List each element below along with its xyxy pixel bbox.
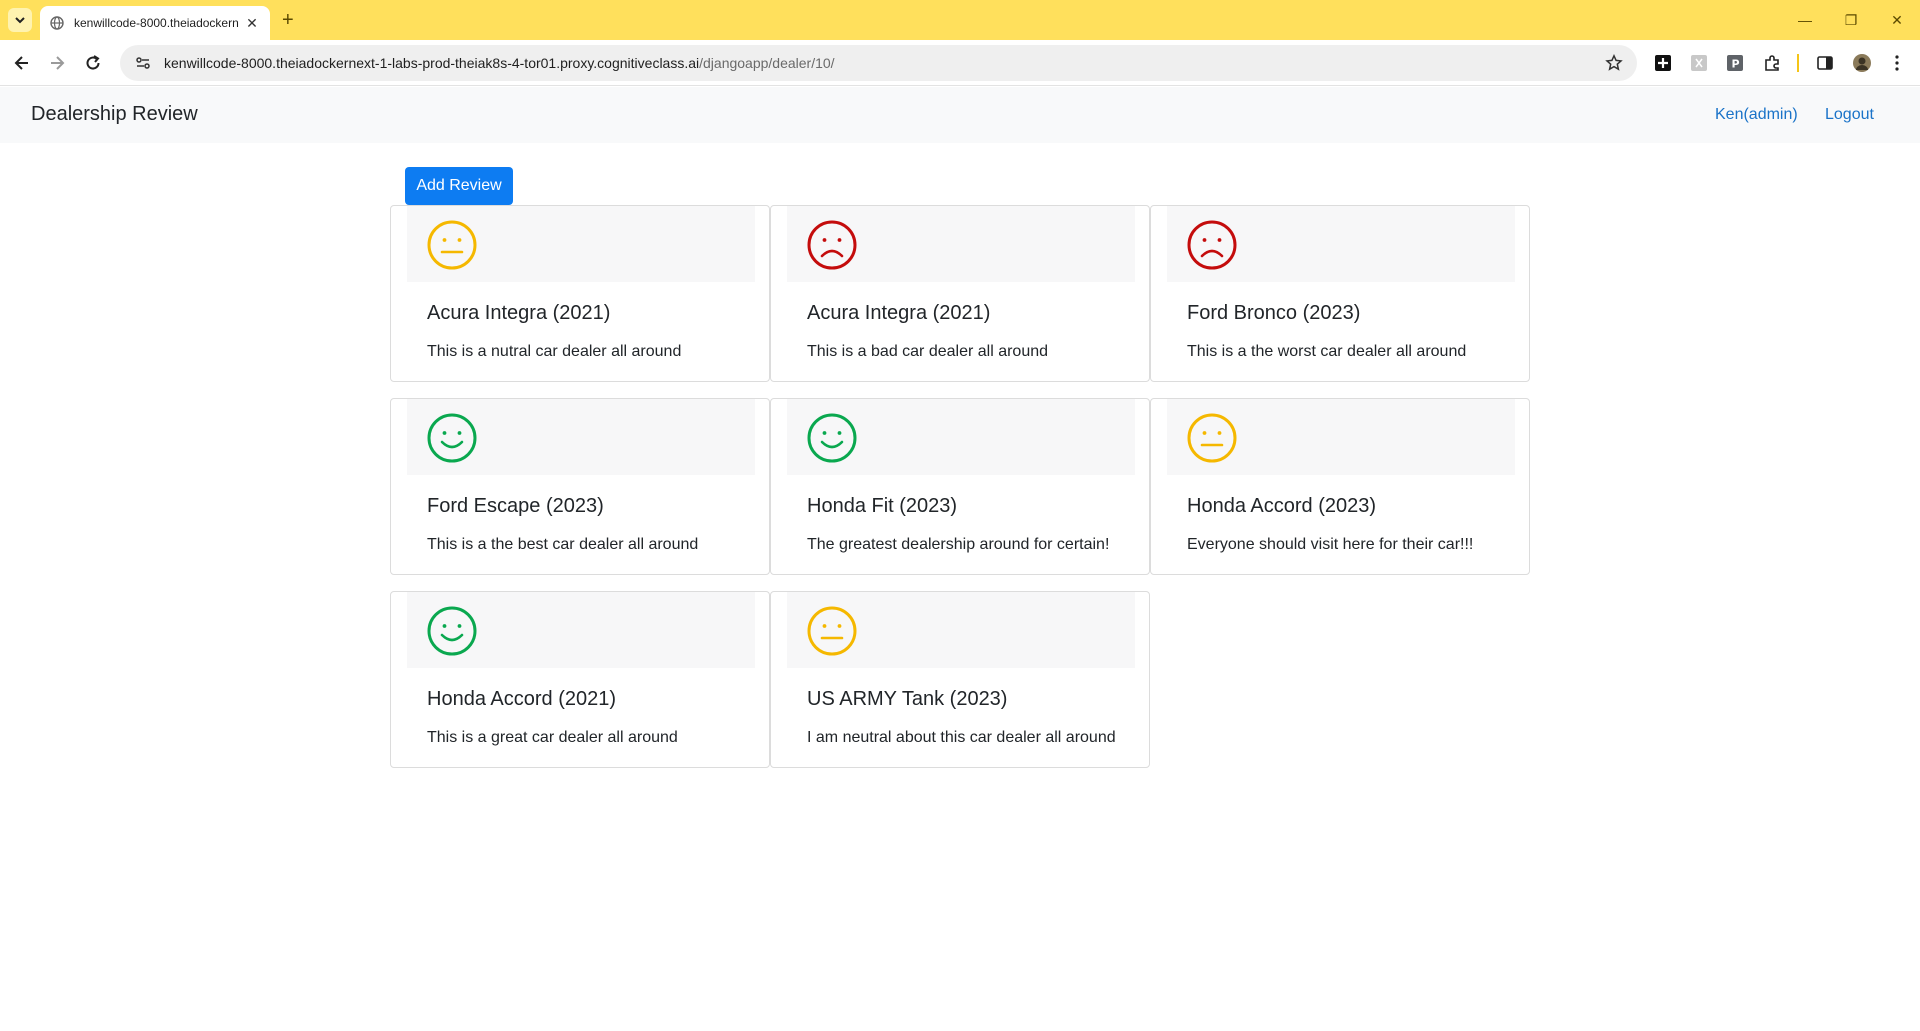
card-header bbox=[407, 206, 755, 282]
review-text: The greatest dealership around for certa… bbox=[807, 536, 1110, 553]
review-car-title: Acura Integra (2021) bbox=[807, 302, 991, 324]
url-text: kenwillcode-8000.theiadockernext-1-labs-… bbox=[164, 55, 835, 71]
review-card: Honda Accord (2023) Everyone should visit… bbox=[1150, 398, 1530, 575]
review-car-title: Ford Escape (2023) bbox=[427, 495, 604, 517]
review-card: Honda Accord (2021) This is a great car d… bbox=[390, 591, 770, 768]
minimize-icon[interactable]: — bbox=[1782, 0, 1828, 40]
card-header bbox=[1167, 399, 1515, 475]
extensions-puzzle-icon[interactable] bbox=[1762, 53, 1782, 73]
url-path: /djangoapp/dealer/10/ bbox=[699, 55, 835, 71]
review-card: Ford Bronco (2023) This is a the worst ca… bbox=[1150, 205, 1530, 382]
review-card: Ford Escape (2023) This is a the best car… bbox=[390, 398, 770, 575]
side-panel-icon[interactable] bbox=[1815, 53, 1835, 73]
review-card: Acura Integra (2021) This is a bad car de… bbox=[770, 205, 1150, 382]
close-window-icon[interactable]: ✕ bbox=[1874, 0, 1920, 40]
review-text: This is a the worst car dealer all aroun… bbox=[1187, 343, 1467, 360]
neutral-face-icon bbox=[807, 606, 857, 656]
site-navbar: Dealership Review Ken(admin) Logout bbox=[0, 87, 1920, 143]
profile-avatar[interactable] bbox=[1852, 53, 1872, 73]
review-text: I am neutral about this car dealer all a… bbox=[807, 729, 1116, 746]
more-menu-icon[interactable] bbox=[1887, 53, 1907, 73]
happy-face-icon bbox=[807, 413, 857, 463]
back-icon[interactable] bbox=[10, 51, 34, 75]
sad-face-icon bbox=[1187, 220, 1237, 270]
logout-link[interactable]: Logout bbox=[1825, 106, 1874, 124]
neutral-face-icon bbox=[427, 220, 477, 270]
review-card: Acura Integra (2021) This is a nutral car… bbox=[390, 205, 770, 382]
site-info-icon[interactable] bbox=[134, 54, 152, 72]
review-card: Honda Fit (2023) The greatest dealership … bbox=[770, 398, 1150, 575]
review-text: This is a the best car dealer all around bbox=[427, 536, 699, 553]
close-tab-icon[interactable]: ✕ bbox=[244, 15, 260, 32]
review-car-title: US ARMY Tank (2023) bbox=[807, 688, 1008, 710]
happy-face-icon bbox=[427, 606, 477, 656]
review-card: US ARMY Tank (2023) I am neutral about th… bbox=[770, 591, 1150, 768]
brand-title[interactable]: Dealership Review bbox=[31, 103, 198, 126]
review-text: Everyone should visit here for their car… bbox=[1187, 536, 1474, 553]
address-bar[interactable]: kenwillcode-8000.theiadockernext-1-labs-… bbox=[120, 45, 1637, 81]
svg-text:P: P bbox=[1732, 58, 1740, 71]
browser-toolbar: kenwillcode-8000.theiadockernext-1-labs-… bbox=[0, 40, 1920, 86]
review-text: This is a nutral car dealer all around bbox=[427, 343, 682, 360]
card-header bbox=[787, 592, 1135, 668]
bookmark-star-icon[interactable] bbox=[1605, 54, 1623, 72]
tab-search-button[interactable] bbox=[8, 8, 32, 32]
browser-tab-bar: kenwillcode-8000.theiadockernext-1-labs-… bbox=[0, 0, 1920, 40]
happy-face-icon bbox=[427, 413, 477, 463]
card-header bbox=[787, 399, 1135, 475]
review-car-title: Honda Accord (2021) bbox=[427, 688, 617, 710]
toolbar-divider bbox=[1797, 54, 1799, 72]
review-text: This is a bad car dealer all around bbox=[807, 343, 1049, 360]
card-header bbox=[787, 206, 1135, 282]
sad-face-icon bbox=[807, 220, 857, 270]
window-controls: — ❐ ✕ bbox=[1782, 0, 1920, 40]
tab-title: kenwillcode-8000.theiadockernext-1-labs-… bbox=[74, 16, 239, 30]
restore-icon[interactable]: ❐ bbox=[1828, 0, 1874, 40]
forward-icon[interactable] bbox=[45, 51, 69, 75]
review-car-title: Honda Accord (2023) bbox=[1187, 495, 1377, 517]
review-car-title: Acura Integra (2021) bbox=[427, 302, 611, 324]
add-review-button[interactable]: Add Review bbox=[405, 167, 513, 205]
neutral-face-icon bbox=[1187, 413, 1237, 463]
extension-plus-icon[interactable] bbox=[1653, 53, 1673, 73]
review-car-title: Ford Bronco (2023) bbox=[1187, 302, 1361, 324]
chevron-down-icon bbox=[15, 17, 25, 24]
review-car-title: Honda Fit (2023) bbox=[807, 495, 958, 517]
new-tab-button[interactable]: + bbox=[282, 10, 294, 30]
globe-icon bbox=[50, 16, 64, 30]
review-text: This is a great car dealer all around bbox=[427, 729, 678, 746]
card-header bbox=[1167, 206, 1515, 282]
reload-icon[interactable] bbox=[81, 51, 105, 75]
user-link[interactable]: Ken(admin) bbox=[1715, 106, 1798, 124]
extension-p-icon[interactable]: P bbox=[1725, 53, 1745, 73]
url-host: kenwillcode-8000.theiadockernext-1-labs-… bbox=[164, 55, 700, 71]
extension-grey-icon[interactable] bbox=[1689, 53, 1709, 73]
card-header bbox=[407, 399, 755, 475]
card-header bbox=[407, 592, 755, 668]
browser-tab[interactable]: kenwillcode-8000.theiadockernext-1-labs-… bbox=[40, 6, 270, 40]
